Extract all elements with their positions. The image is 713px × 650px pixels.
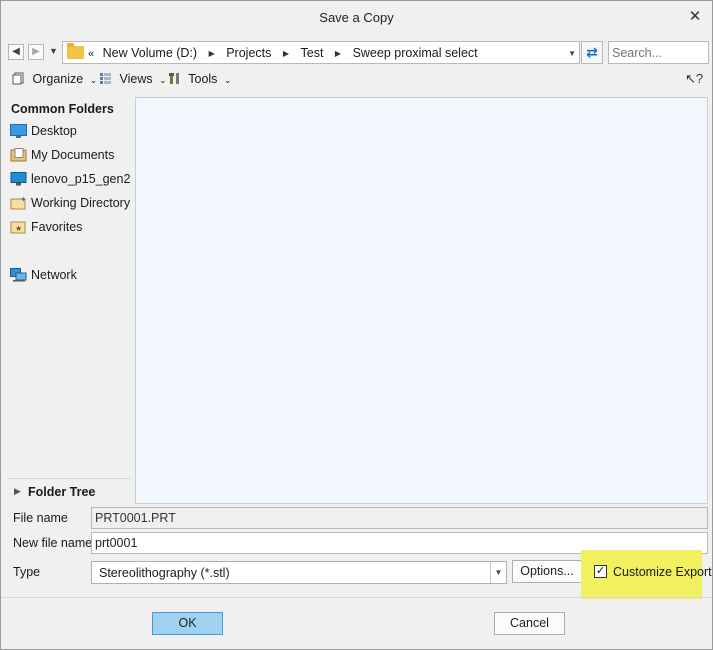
refresh-icon: ⇄ <box>586 44 598 60</box>
type-label: Type <box>13 565 41 579</box>
address-bar[interactable]: « New Volume (D:) ▶ Projects ▶ Test ▶ Sw… <box>62 41 580 64</box>
ok-button[interactable]: OK <box>152 612 223 635</box>
new-file-name-label: New file name <box>13 536 93 550</box>
chevron-down-icon: ▼ <box>490 562 506 583</box>
breadcrumb-separator-icon[interactable]: ▶ <box>209 49 215 58</box>
chevron-down-icon: ▼ <box>49 46 58 56</box>
favorites-icon: ★ <box>10 221 26 234</box>
svg-text:★: ★ <box>15 224 22 233</box>
breadcrumb-item-current[interactable]: Sweep proximal select <box>353 46 478 60</box>
svg-text:✦: ✦ <box>20 196 27 204</box>
sidebar-item-label: My Documents <box>31 148 115 162</box>
refresh-button[interactable]: ⇄ <box>581 41 603 64</box>
dialog-title: Save a Copy <box>319 10 394 25</box>
working-directory-icon: ✦ <box>10 196 27 210</box>
expand-triangle-icon: ▶ <box>14 486 21 496</box>
breadcrumb: « New Volume (D:) ▶ Projects ▶ Test ▶ Sw… <box>88 46 478 60</box>
sidebar-item-label: Favorites <box>31 220 83 234</box>
close-button[interactable]: ✕ <box>686 8 704 26</box>
chevron-down-icon: ⌄ <box>159 75 167 85</box>
checkmark-icon: ✓ <box>595 565 606 577</box>
help-pointer-icon[interactable]: ↖? <box>685 71 703 87</box>
breadcrumb-item-drive[interactable]: New Volume (D:) <box>103 46 197 60</box>
title-bar: Save a Copy ✕ <box>1 1 712 35</box>
views-menu[interactable]: Views ⌄ <box>99 72 167 86</box>
options-button[interactable]: Options... <box>512 560 582 583</box>
file-name-label: File name <box>13 511 68 525</box>
save-a-copy-dialog: Save a Copy ✕ ◀ ▶ ▼ « New Volume (D:) ▶ … <box>0 0 713 650</box>
arrow-left-icon: ◀ <box>12 46 20 57</box>
back-button[interactable]: ◀ <box>8 44 24 60</box>
file-name-field[interactable] <box>91 507 708 529</box>
chevron-down-icon: ⌄ <box>89 75 98 85</box>
search-input[interactable] <box>608 41 709 64</box>
tools-menu[interactable]: Tools ⌄ <box>168 72 231 86</box>
views-label: Views <box>119 72 153 86</box>
desktop-icon <box>10 124 27 138</box>
views-icon <box>100 73 111 84</box>
navigation-bar: ◀ ▶ ▼ « New Volume (D:) ▶ Projects ▶ Tes… <box>1 39 712 67</box>
customize-export-checkbox[interactable]: ✓ <box>594 565 607 578</box>
double-chevron-left-icon[interactable]: « <box>88 48 94 60</box>
organize-icon <box>12 72 24 85</box>
forward-button[interactable]: ▶ <box>28 44 44 60</box>
history-dropdown[interactable]: ▼ <box>49 46 58 56</box>
type-select[interactable]: Stereolithography (*.stl) ▼ <box>91 561 507 584</box>
file-list-area[interactable] <box>135 97 708 504</box>
sidebar-item-label: Working Directory <box>31 196 131 210</box>
close-icon: ✕ <box>688 8 702 25</box>
chevron-down-icon: ⌄ <box>223 75 232 85</box>
breadcrumb-item-projects[interactable]: Projects <box>226 46 271 60</box>
breadcrumb-separator-icon[interactable]: ▶ <box>283 49 289 58</box>
divider <box>1 597 712 598</box>
address-dropdown-icon[interactable]: ▼ <box>568 49 576 58</box>
tools-label: Tools <box>188 72 218 86</box>
tools-icon <box>169 73 179 84</box>
sidebar-item-label: lenovo_p15_gen2 <box>31 172 131 186</box>
computer-icon <box>10 172 27 186</box>
type-select-value: Stereolithography (*.stl) <box>99 566 230 580</box>
documents-icon <box>10 148 27 162</box>
organize-menu[interactable]: Organize ⌄ <box>12 72 97 86</box>
common-folders-panel: Common Folders Desktop My Documents leno… <box>7 97 131 504</box>
cancel-button[interactable]: Cancel <box>494 612 565 635</box>
folder-tree-label: Folder Tree <box>28 485 96 499</box>
folder-icon <box>67 43 84 59</box>
sidebar-item-label: Desktop <box>31 124 77 138</box>
folder-tree-toggle[interactable]: ▶ Folder Tree <box>7 478 131 504</box>
customize-export-label[interactable]: Customize Export <box>613 565 712 579</box>
breadcrumb-separator-icon[interactable]: ▶ <box>335 49 341 58</box>
sidebar-item-label: Network <box>31 268 77 282</box>
organize-label: Organize <box>32 72 84 86</box>
arrow-right-icon: ▶ <box>32 46 40 57</box>
breadcrumb-item-test[interactable]: Test <box>301 46 324 60</box>
network-icon <box>10 268 27 282</box>
common-folders-heading: Common Folders <box>11 102 114 116</box>
toolbar: Organize ⌄ Views ⌄ Tools ⌄ ↖? <box>1 69 712 93</box>
